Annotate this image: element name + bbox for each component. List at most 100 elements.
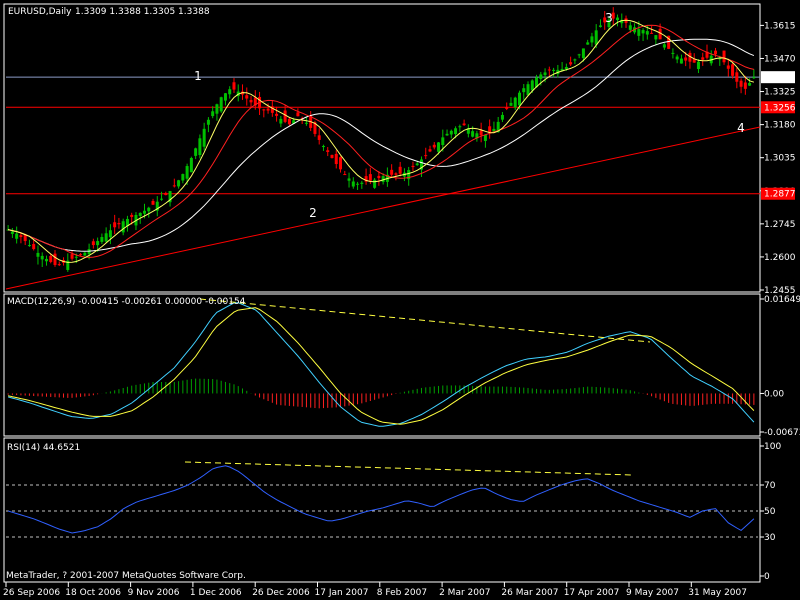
candle-body	[211, 111, 215, 117]
candle-body	[368, 174, 372, 181]
candle-body	[100, 237, 104, 242]
candle-body	[113, 222, 117, 228]
candle-body	[377, 175, 381, 179]
candle-body	[449, 130, 453, 135]
candle-body	[347, 178, 351, 181]
rsi-tick-label: 70	[764, 481, 776, 491]
candle-body	[70, 254, 74, 259]
date-tick-label: 2 Mar 2007	[439, 588, 490, 598]
candle-body	[552, 69, 556, 72]
candle-body	[500, 114, 504, 120]
candle-body	[53, 253, 57, 265]
date-tick-label: 8 Feb 2007	[377, 588, 427, 598]
candle-body	[275, 113, 279, 116]
candle-body	[735, 72, 739, 82]
candle-body	[526, 84, 530, 96]
candle-body	[177, 180, 181, 187]
candle-body	[181, 174, 185, 181]
wave-label: 4	[737, 121, 745, 135]
candle-body	[198, 138, 202, 156]
trading-chart: 1234 1.36151.34701.33251.31801.30351.289…	[3, 3, 800, 598]
candle-body	[91, 241, 95, 246]
ma-mid-line	[7, 24, 755, 258]
candle-body	[684, 57, 688, 61]
rsi-divergence-line	[184, 461, 633, 476]
chart-header-symbol: EURUSD,Daily	[8, 7, 72, 17]
candle-body	[202, 128, 206, 147]
candle-body	[573, 59, 577, 61]
trendline	[5, 126, 761, 290]
candle-body	[232, 82, 236, 90]
candle-body	[40, 255, 44, 260]
candle-body	[249, 99, 253, 103]
date-tick-label: 26 Mar 2007	[501, 588, 558, 598]
candle-body	[108, 230, 112, 238]
candle-body	[83, 252, 87, 256]
candle-body	[27, 245, 31, 247]
candle-body	[598, 25, 602, 27]
candle-body	[424, 155, 428, 157]
macd-tick-label: -0.00673	[764, 428, 800, 438]
candle-body	[564, 66, 568, 70]
candle-body	[87, 249, 91, 255]
macd-divergence-line	[199, 298, 651, 343]
candle-body	[739, 80, 743, 87]
wave-label: 1	[194, 69, 202, 83]
price-tick-label: 1.3615	[764, 21, 796, 31]
candle-body	[351, 181, 355, 187]
candle-body	[79, 254, 83, 256]
date-tick-label: 18 Oct 2006	[65, 588, 121, 598]
candle-body	[483, 134, 487, 141]
candle-body	[462, 123, 466, 126]
candle-body	[36, 252, 40, 257]
rsi-panel-frame	[3, 437, 761, 583]
candle-body	[628, 25, 632, 30]
candle-body	[743, 82, 747, 89]
candle-body	[189, 158, 193, 173]
copyright-footer: MetaTrader, ? 2001-2007 MetaQuotes Softw…	[6, 571, 246, 581]
candle-body	[228, 89, 232, 95]
candle-body	[334, 153, 338, 165]
candle-body	[714, 50, 718, 55]
candle-body	[748, 82, 752, 86]
candle-body	[543, 72, 547, 76]
wave-label: 3	[605, 11, 613, 25]
candle-body	[117, 223, 121, 225]
candle-body	[74, 256, 78, 258]
candle-body	[390, 169, 394, 175]
candle-body	[96, 241, 100, 246]
macd-label: MACD(12,26,9) -0.00415 -0.00261 0.00000 …	[7, 297, 246, 307]
candle-body	[701, 57, 705, 60]
candle-body	[590, 36, 594, 43]
candle-body	[317, 135, 321, 140]
candle-body	[130, 214, 134, 217]
candle-body	[279, 118, 283, 124]
candle-body	[577, 54, 581, 56]
candle-body	[121, 221, 125, 233]
candle-body	[206, 119, 210, 125]
candle-body	[215, 104, 219, 114]
candle-body	[32, 244, 36, 250]
candle-body	[15, 233, 19, 239]
candle-body	[517, 92, 521, 106]
candle-body	[654, 35, 658, 40]
candle-body	[19, 235, 23, 238]
candle-body	[343, 174, 347, 176]
candle-body	[147, 207, 151, 212]
date-tick-label: 17 Jan 2007	[315, 588, 369, 598]
candle-body	[509, 102, 513, 106]
candle-body	[650, 32, 654, 34]
candle-body	[330, 154, 334, 159]
candle-body	[675, 56, 679, 60]
date-tick-label: 31 May 2007	[688, 588, 747, 598]
axis-layer: 1.36151.34701.33251.31801.30351.28901.27…	[3, 21, 800, 598]
candle-body	[219, 97, 223, 112]
macd-layer	[7, 298, 755, 427]
candle-body	[616, 17, 620, 21]
macd-tick-label: 0.01649	[764, 295, 800, 305]
candle-body	[505, 107, 509, 109]
candle-body	[513, 97, 517, 108]
candle-body	[637, 29, 641, 36]
rsi-tick-label: 50	[764, 507, 776, 517]
rsi-tick-label: 0	[764, 572, 770, 582]
